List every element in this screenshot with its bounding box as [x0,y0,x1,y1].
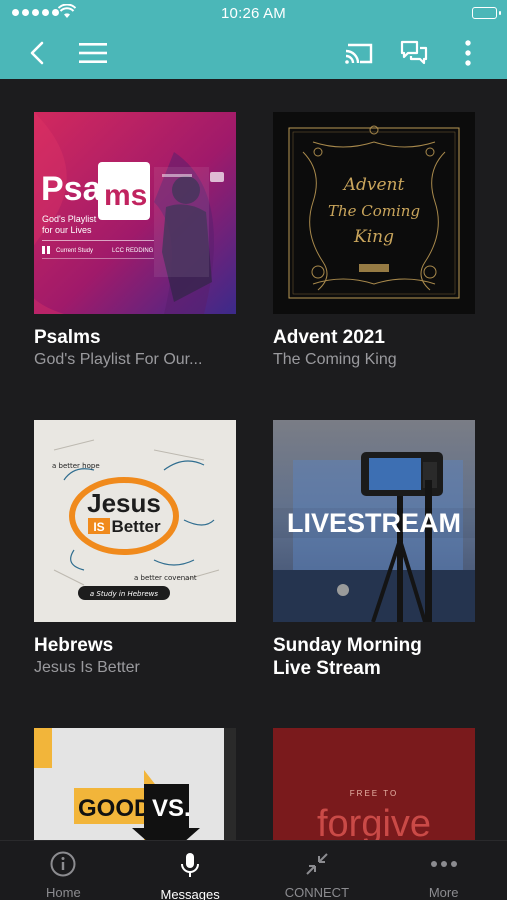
good-vs-art-word-2: VS. [152,795,191,822]
series-subtitle: Jesus Is Better [34,659,140,676]
series-thumbnail[interactable]: Jesus IS Better a better hope a better c… [34,420,236,622]
top-bar: 10:26 AM [0,0,507,79]
tab-more[interactable]: More [380,841,507,900]
hebrews-art-note-3: a Study in Hebrews [90,590,158,598]
more-dots-icon [430,851,458,877]
series-card-livestream[interactable]: LIVESTREAM Sunday Morning Live Stream [273,420,477,680]
hebrews-artwork: Jesus IS Better a better hope a better c… [34,420,236,622]
livestream-art-banner: LIVESTREAM [287,508,461,538]
series-subtitle: God's Playlist For Our... [34,351,203,368]
series-title: Advent 2021 [273,327,385,348]
hebrews-art-word-3: Better [111,517,161,536]
psalms-art-word-2: ms [104,179,147,212]
cast-icon[interactable] [344,38,374,68]
psalms-art-footer-2: LCC REDDING [112,248,154,254]
forgive-art-big: forgive [317,803,431,840]
psalms-artwork: Psa ms God's Playlist for our Lives Curr… [34,112,236,314]
psalms-art-footer: Current Study [56,248,93,254]
nav-header [0,26,507,79]
forgive-artwork: FREE TO forgive [273,728,475,840]
series-thumbnail[interactable]: Psa ms God's Playlist for our Lives Curr… [34,112,236,314]
hebrews-art-note-1: a better hope [52,462,100,470]
good-vs-artwork: GOOD VS. [34,728,236,840]
tab-label: Messages [160,887,220,900]
bottom-tab-bar: Home Messages CONNECT More [0,840,507,900]
tab-home[interactable]: Home [0,841,127,900]
back-icon[interactable] [22,38,52,68]
tab-label: Home [46,885,81,900]
chat-icon[interactable] [399,38,429,68]
hebrews-art-word-2: IS [93,520,104,534]
series-grid: Psa ms God's Playlist for our Lives Curr… [0,79,507,840]
series-card-hebrews[interactable]: Jesus IS Better a better hope a better c… [34,420,238,679]
series-thumbnail[interactable]: FREE TO forgive [273,728,475,840]
overflow-menu-icon[interactable] [453,38,483,68]
tab-messages[interactable]: Messages [127,841,254,900]
signal-icon [12,9,59,16]
series-title: Hebrews [34,635,114,656]
advent-artwork: Advent The Coming King [273,112,475,314]
forgive-art-small: FREE TO [350,789,398,798]
series-thumbnail[interactable]: Advent The Coming King [273,112,475,314]
psalms-art-tagline: God's Playlist [42,214,97,224]
menu-icon[interactable] [78,38,108,68]
series-thumbnail[interactable]: GOOD VS. [34,728,236,840]
series-card-psalms[interactable]: Psa ms God's Playlist for our Lives Curr… [34,112,238,371]
livestream-artwork: LIVESTREAM [273,420,475,622]
series-card-forgive[interactable]: FREE TO forgive [273,728,477,840]
psalms-art-word: Psa [41,170,103,208]
good-vs-art-word-1: GOOD [78,795,151,822]
hebrews-art-word-1: Jesus [87,488,161,518]
status-bar: 10:26 AM [0,0,507,26]
series-thumbnail[interactable]: LIVESTREAM [273,420,475,622]
battery-icon [472,7,501,19]
tab-label: CONNECT [284,885,350,900]
series-subtitle: The Coming King [273,351,397,368]
tab-connect[interactable]: CONNECT [254,841,381,900]
tab-label: More [428,885,459,900]
advent-art-line-3: King [353,227,394,247]
series-title-line-2: Live Stream [273,658,381,679]
series-card-good-vs[interactable]: GOOD VS. [34,728,238,840]
info-icon [50,851,76,877]
microphone-icon [179,851,201,879]
series-title: Sunday Morning [273,635,422,656]
hebrews-art-note-2: a better covenant [134,574,197,582]
advent-art-line-2: The Coming [328,202,420,220]
wifi-icon [58,4,76,18]
arrows-inward-icon [304,851,330,877]
status-time: 10:26 AM [221,4,286,22]
series-card-advent[interactable]: Advent The Coming King Advent 2021 The C… [273,112,477,371]
advent-art-line-1: Advent [342,175,405,195]
series-title: Psalms [34,327,101,348]
psalms-art-tagline-2: for our Lives [42,225,92,235]
